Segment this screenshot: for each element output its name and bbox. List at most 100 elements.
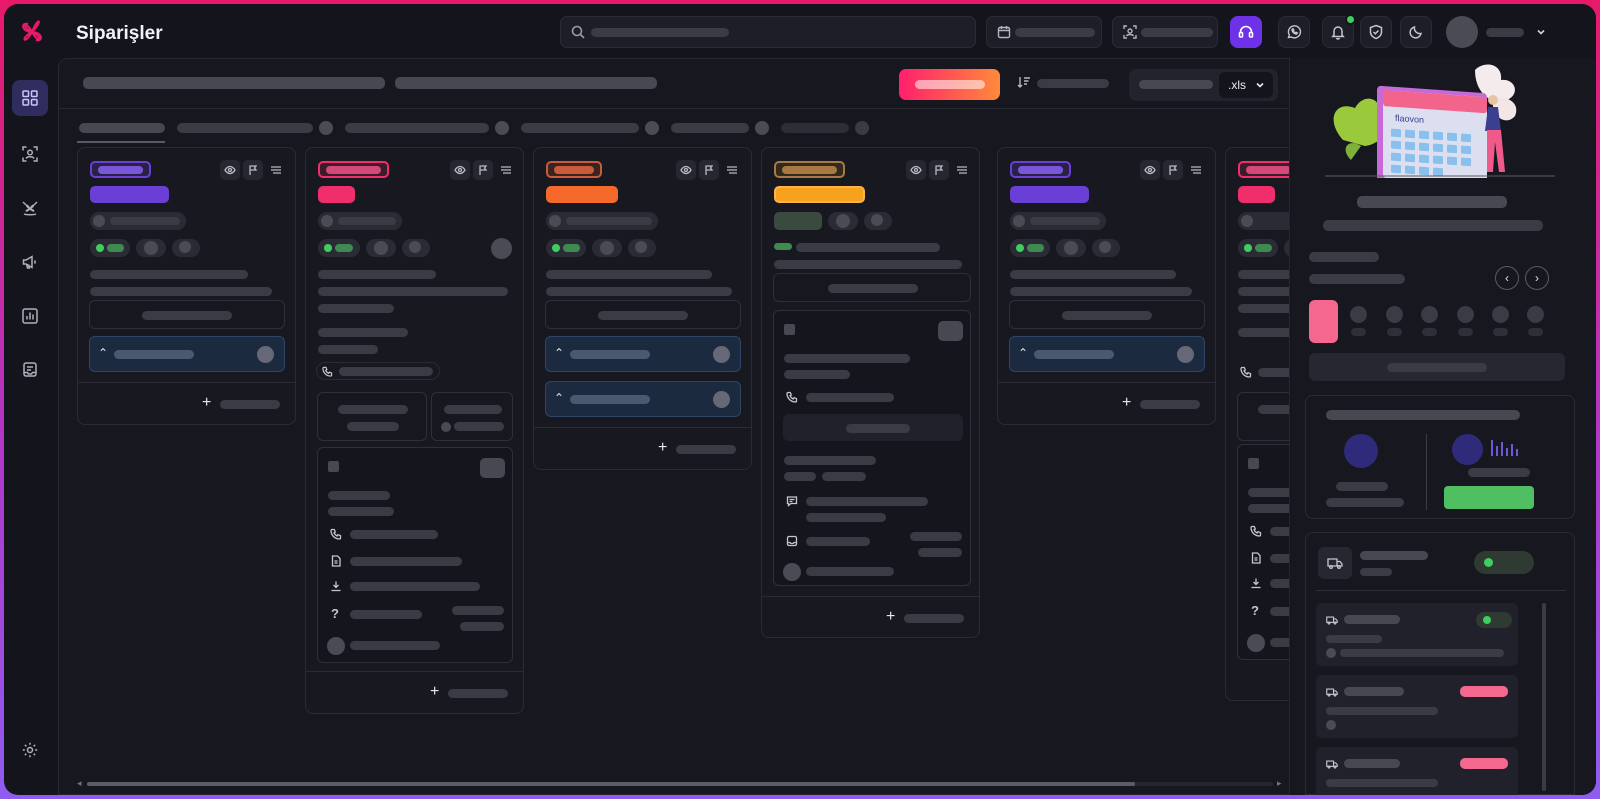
flag-button[interactable] <box>243 160 263 180</box>
scroll-left-icon[interactable]: ◂ <box>77 778 82 789</box>
sidebar-item-products[interactable] <box>12 190 48 226</box>
scrollbar-thumb[interactable] <box>87 782 1135 786</box>
tab-status-5[interactable] <box>781 123 849 133</box>
order-status-tag <box>546 186 618 203</box>
sidebar-item-messages[interactable] <box>12 352 48 388</box>
theme-toggle-button[interactable] <box>1400 16 1432 48</box>
customer-filter-button[interactable] <box>1112 16 1218 48</box>
toggle-switch[interactable] <box>1474 551 1534 574</box>
search-input[interactable] <box>560 16 976 48</box>
assignee-avatar <box>491 238 512 259</box>
sidebar-item-reports[interactable] <box>12 298 48 334</box>
flag-button[interactable] <box>1163 160 1183 180</box>
eye-icon <box>224 165 236 175</box>
status-tabs <box>59 110 1289 144</box>
order-action-button[interactable] <box>773 273 971 302</box>
status-action-button[interactable] <box>1444 486 1534 509</box>
calendar-illustration: flaovon <box>1325 64 1555 178</box>
truck-icon-box <box>1318 547 1352 579</box>
chevron-up-icon: ⌃ <box>554 346 565 360</box>
flag-button[interactable] <box>699 160 719 180</box>
tab-all[interactable] <box>79 123 165 133</box>
collapsible-order-row[interactable]: ⌃ <box>545 336 741 372</box>
plus-icon: + <box>886 608 896 625</box>
tab-status-1[interactable] <box>177 123 313 133</box>
truck-icon <box>1326 760 1338 769</box>
sidebar-item-campaigns[interactable] <box>12 244 48 280</box>
scroll-right-icon[interactable]: ▸ <box>1277 778 1282 789</box>
new-order-button[interactable] <box>899 69 1000 100</box>
column-menu-button[interactable] <box>952 160 972 180</box>
add-card-button[interactable]: + <box>78 382 295 424</box>
menu-icon <box>271 166 281 174</box>
export-format-value: .xls <box>1228 78 1246 92</box>
export-format-select[interactable]: .xls <box>1219 72 1273 98</box>
kanban-column: ⌃ + <box>997 147 1216 425</box>
shipment-row[interactable] <box>1316 675 1518 738</box>
column-menu-button[interactable] <box>496 160 516 180</box>
whatsapp-button[interactable] <box>1278 16 1310 48</box>
flag-button[interactable] <box>929 160 949 180</box>
today-button[interactable] <box>1309 353 1565 381</box>
shipments-card <box>1305 532 1575 795</box>
sidebar-item-dashboard[interactable] <box>12 80 48 116</box>
order-action-button[interactable] <box>1009 300 1205 329</box>
column-menu-button[interactable] <box>1186 160 1206 180</box>
order-action-button[interactable] <box>89 300 285 329</box>
add-card-button[interactable]: + <box>762 596 979 637</box>
tab-status-4[interactable] <box>671 123 749 133</box>
moon-icon <box>1409 26 1422 39</box>
view-button[interactable] <box>676 160 696 180</box>
truck-icon <box>1326 616 1338 625</box>
order-action-button[interactable] <box>545 300 741 329</box>
add-card-button[interactable]: + <box>534 427 751 469</box>
stat-circle <box>1452 434 1483 465</box>
calendar-prev-button[interactable]: ‹ <box>1495 266 1519 290</box>
horizontal-scrollbar[interactable]: ◂ ▸ <box>73 778 1285 789</box>
view-button[interactable] <box>906 160 926 180</box>
active-tab-indicator <box>77 141 165 143</box>
order-status-tag <box>774 186 865 203</box>
collapsible-order-row[interactable]: ⌃ <box>545 381 741 417</box>
support-button[interactable] <box>1230 16 1262 48</box>
view-button[interactable] <box>450 160 470 180</box>
flower-logo-icon[interactable] <box>18 18 46 46</box>
add-card-button[interactable]: + <box>998 382 1215 424</box>
kanban-column: ? + <box>305 147 524 714</box>
add-card-button[interactable]: + <box>306 671 523 713</box>
tab-status-2[interactable] <box>345 123 489 133</box>
order-meta <box>90 212 186 230</box>
date-filter-button[interactable] <box>986 16 1102 48</box>
chevron-down-icon[interactable] <box>1536 27 1546 37</box>
plus-icon: + <box>430 683 440 700</box>
board-subtitle <box>395 77 657 89</box>
export-control[interactable]: .xls <box>1129 69 1278 101</box>
view-button[interactable] <box>220 160 240 180</box>
illustration-brand-text: flaovon <box>1395 113 1424 125</box>
tab-status-3[interactable] <box>521 123 639 133</box>
chevron-up-icon: ⌃ <box>98 346 109 360</box>
sidebar-item-settings[interactable] <box>12 732 48 768</box>
column-menu-button[interactable] <box>266 160 286 180</box>
collapsible-order-row[interactable]: ⌃ <box>89 336 285 372</box>
flag-button[interactable] <box>473 160 493 180</box>
avatar[interactable] <box>1446 16 1478 48</box>
flag-icon <box>249 165 258 175</box>
shipment-row[interactable] <box>1316 747 1518 795</box>
summary-card <box>1305 395 1575 519</box>
vertical-scrollbar[interactable] <box>1542 603 1546 791</box>
megaphone-icon <box>22 255 36 269</box>
notifications-button[interactable] <box>1322 14 1356 48</box>
shipment-row[interactable] <box>1316 603 1518 666</box>
order-status-tag <box>90 186 169 203</box>
calendar-next-button[interactable]: › <box>1525 266 1549 290</box>
column-status-chip <box>1010 161 1071 178</box>
column-menu-button[interactable] <box>722 160 742 180</box>
eye-icon <box>454 165 466 175</box>
collapsible-order-row[interactable]: ⌃ <box>1009 336 1205 372</box>
sidebar-item-customers[interactable] <box>12 136 48 172</box>
day-selected[interactable] <box>1309 300 1338 343</box>
view-button[interactable] <box>1140 160 1160 180</box>
column-status-chip <box>774 161 845 178</box>
security-button[interactable] <box>1360 16 1392 48</box>
